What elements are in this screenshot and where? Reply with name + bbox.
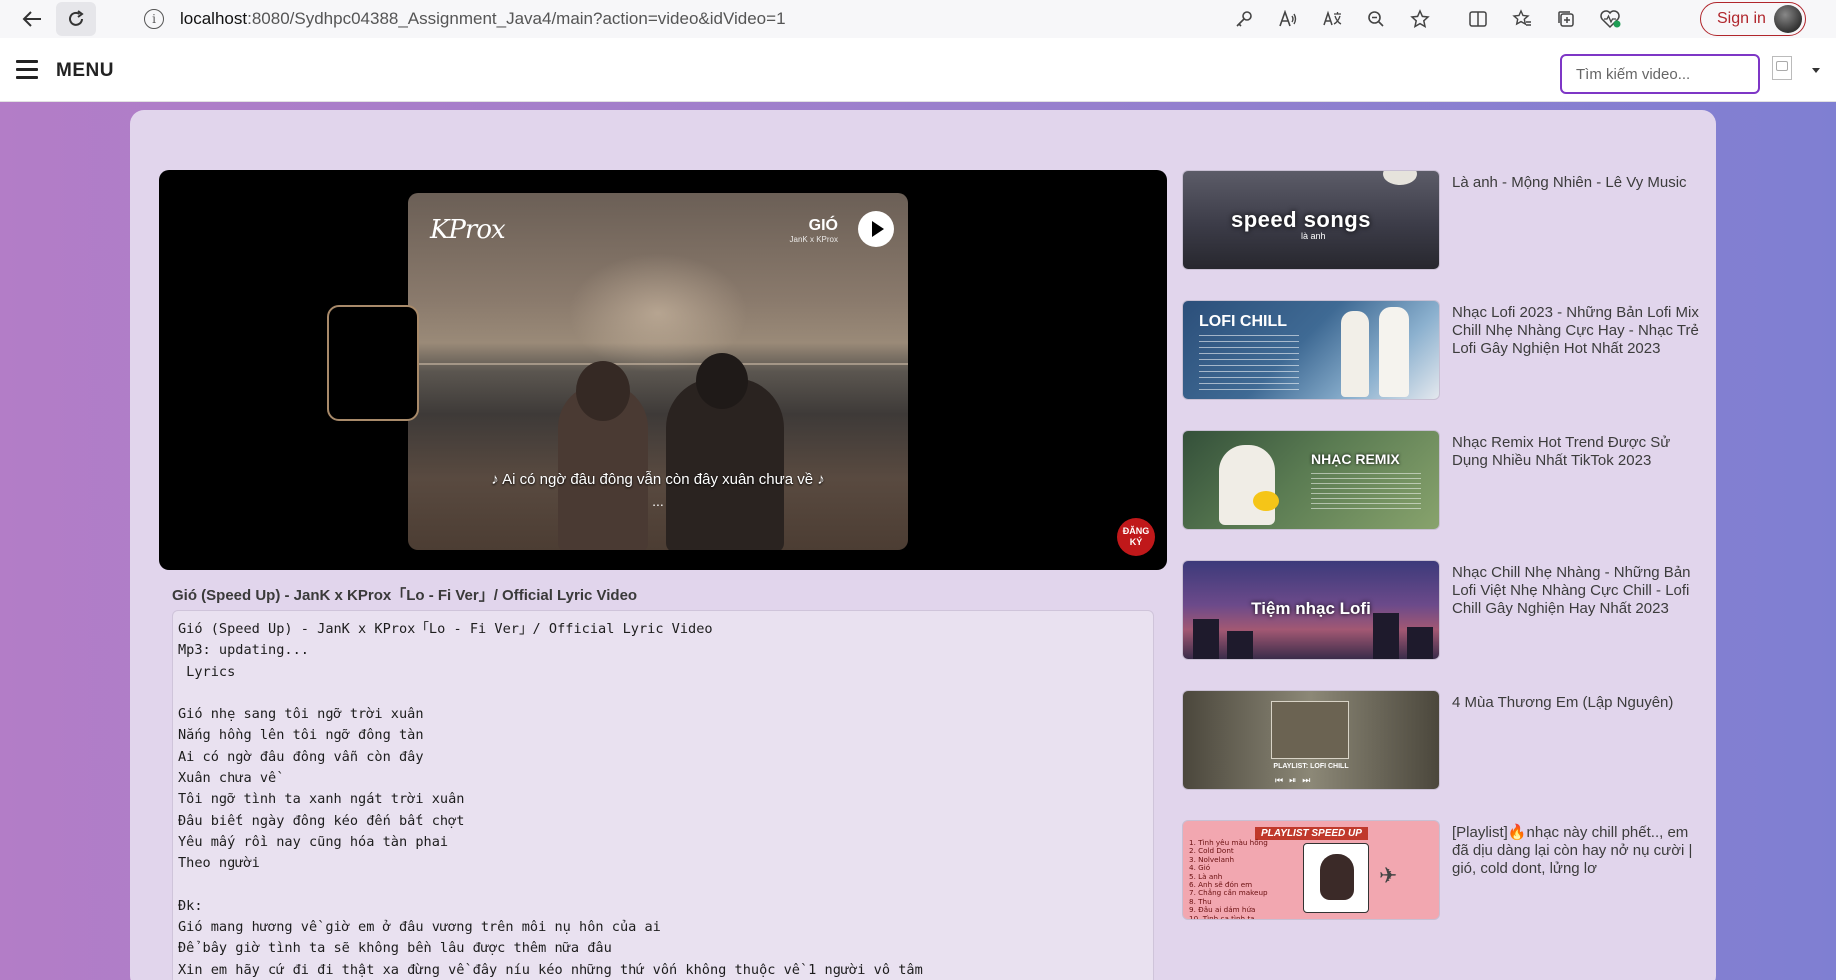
video-frame[interactable]: KProx GIÓ JanK x KProx ♪ Ai có ngờ đâu đ…: [408, 193, 908, 550]
song-tag-artists: JanK x KProx: [789, 235, 838, 244]
reload-icon[interactable]: [56, 2, 96, 36]
video-thumbnail[interactable]: NHẠC REMIX: [1182, 430, 1440, 530]
thumbnail-text: PLAYLIST: LOFI CHILL: [1273, 763, 1349, 770]
url-host: localhost: [180, 9, 248, 28]
address-bar[interactable]: i localhost:8080/Sydhpc04388_Assignment_…: [124, 3, 1224, 35]
thumbnail-subtext: là anh: [1301, 231, 1326, 241]
horizon-line: [408, 363, 908, 365]
thumbnail-text: PLAYLIST SPEED UP: [1255, 827, 1368, 840]
url-text[interactable]: localhost:8080/Sydhpc04388_Assignment_Ja…: [180, 9, 786, 29]
video-thumbnail[interactable]: PLAYLIST SPEED UP 1. Tình yêu màu hồng 2…: [1182, 820, 1440, 920]
video-thumbnail[interactable]: LOFI CHILL: [1182, 300, 1440, 400]
related-video-item[interactable]: Tiệm nhạc Lofi Nhạc Chill Nhẹ Nhàng - Nh…: [1182, 560, 1702, 690]
player-controls-icon: ⏮⏯⏭: [1275, 775, 1317, 785]
lyric-dots: ...: [652, 493, 664, 509]
tracklist-lines: [1199, 335, 1299, 391]
building-shape: [1373, 613, 1399, 659]
related-video-title[interactable]: Nhạc Lofi 2023 - Những Bản Lofi Mix Chil…: [1452, 304, 1702, 358]
cartoon-girl-illustration: [1303, 843, 1369, 913]
key-icon[interactable]: [1222, 5, 1266, 33]
description-text: Gió (Speed Up) - JanK x KProx「Lo - Fi Ve…: [178, 621, 923, 978]
video-thumbnail[interactable]: Tiệm nhạc Lofi: [1182, 560, 1440, 660]
profile-avatar: [1774, 5, 1802, 33]
related-video-title[interactable]: 4 Mùa Thương Em (Lập Nguyên): [1452, 694, 1702, 712]
building-shape: [1407, 627, 1433, 659]
thumbnail-text: speed songs: [1231, 207, 1371, 232]
menu-label[interactable]: MENU: [56, 60, 114, 82]
building-shape: [1193, 619, 1219, 659]
watch-decoration: [327, 305, 419, 421]
app-header: MENU: [0, 38, 1836, 102]
hamburger-menu-icon[interactable]: [16, 60, 38, 80]
flower-shape: [1253, 491, 1279, 511]
person-figure: [1379, 307, 1409, 397]
related-video-item[interactable]: LOFI CHILL Nhạc Lofi 2023 - Những Bản Lo…: [1182, 300, 1702, 430]
back-icon[interactable]: [12, 2, 52, 36]
related-video-item[interactable]: speed songs là anh Là anh - Mộng Nhiên -…: [1182, 170, 1702, 300]
video-player[interactable]: KProx GIÓ JanK x KProx ♪ Ai có ngờ đâu đ…: [159, 170, 1167, 570]
related-video-item[interactable]: PLAYLIST: LOFI CHILL ⏮⏯⏭ 4 Mùa Thương Em…: [1182, 690, 1702, 820]
zoom-out-icon[interactable]: [1354, 5, 1398, 33]
translate-icon[interactable]: [1310, 5, 1354, 33]
user-dropdown-caret-icon[interactable]: [1812, 68, 1820, 73]
building-shape: [1227, 631, 1253, 659]
favorites-list-icon[interactable]: [1500, 5, 1544, 33]
subscribe-badge-line1: ĐĂNG: [1122, 526, 1150, 536]
play-icon[interactable]: [858, 211, 894, 247]
browser-essentials-icon[interactable]: [1588, 5, 1632, 33]
woman-head: [576, 361, 630, 421]
sign-in-button[interactable]: Sign in: [1700, 2, 1806, 36]
song-tag: GIÓ JanK x KProx: [790, 217, 838, 244]
related-video-title[interactable]: Là anh - Mộng Nhiên - Lê Vy Music: [1452, 174, 1702, 192]
video-description[interactable]: Gió (Speed Up) - JanK x KProx「Lo - Fi Ve…: [172, 610, 1154, 980]
paper-plane-icon: ✈: [1379, 863, 1398, 888]
video-thumbnail[interactable]: PLAYLIST: LOFI CHILL ⏮⏯⏭: [1182, 690, 1440, 790]
person-figure: [1219, 445, 1275, 525]
person-figure: [1341, 311, 1369, 397]
sign-in-label: Sign in: [1717, 10, 1766, 27]
related-video-title[interactable]: Nhạc Remix Hot Trend Được Sử Dụng Nhiều …: [1452, 434, 1702, 470]
tracklist-lines: [1311, 473, 1421, 513]
url-path: :8080/Sydhpc04388_Assignment_Java4/main?…: [247, 9, 786, 28]
video-title: Gió (Speed Up) - JanK x KProx「Lo - Fi Ve…: [172, 587, 638, 604]
site-info-icon[interactable]: i: [144, 9, 164, 29]
video-thumbnail[interactable]: speed songs là anh: [1182, 170, 1440, 270]
thumbnail-text: Tiệm nhạc Lofi: [1251, 599, 1371, 618]
lyric-overlay: ♪ Ai có ngờ đâu đông vẫn còn đây xuân ch…: [491, 471, 825, 488]
thumbnail-tracklist: 1. Tình yêu màu hồng 2. Cold Dont 3. Nol…: [1189, 838, 1268, 920]
favorite-star-icon[interactable]: [1398, 5, 1442, 33]
search-input[interactable]: [1560, 54, 1760, 94]
song-tag-title: GIÓ: [808, 217, 838, 234]
user-avatar-broken-image[interactable]: [1772, 56, 1792, 80]
kprox-logo: KProx: [430, 215, 506, 245]
split-screen-icon[interactable]: [1456, 5, 1500, 33]
related-video-title[interactable]: Nhạc Chill Nhẹ Nhàng - Những Bản Lofi Vi…: [1452, 564, 1702, 618]
related-video-item[interactable]: PLAYLIST SPEED UP 1. Tình yêu màu hồng 2…: [1182, 820, 1702, 950]
subscribe-badge[interactable]: ĐĂNG KÝ: [1117, 518, 1155, 556]
related-video-title[interactable]: [Playlist]🔥nhạc này chill phết.., em đã …: [1452, 824, 1702, 878]
album-art: [1271, 701, 1349, 759]
subscribe-badge-line2: KÝ: [1129, 537, 1143, 547]
read-aloud-icon[interactable]: [1266, 5, 1310, 33]
thumbnail-text: NHẠC REMIX: [1311, 451, 1400, 467]
thumbnail-text: LOFI CHILL: [1199, 313, 1287, 330]
browser-actions: [1218, 5, 1632, 33]
man-head: [696, 353, 748, 409]
moon-shape: [1383, 171, 1417, 185]
related-video-item[interactable]: NHẠC REMIX Nhạc Remix Hot Trend Được Sử …: [1182, 430, 1702, 560]
related-videos-list: speed songs là anh Là anh - Mộng Nhiên -…: [1182, 170, 1702, 950]
collections-icon[interactable]: [1544, 5, 1588, 33]
